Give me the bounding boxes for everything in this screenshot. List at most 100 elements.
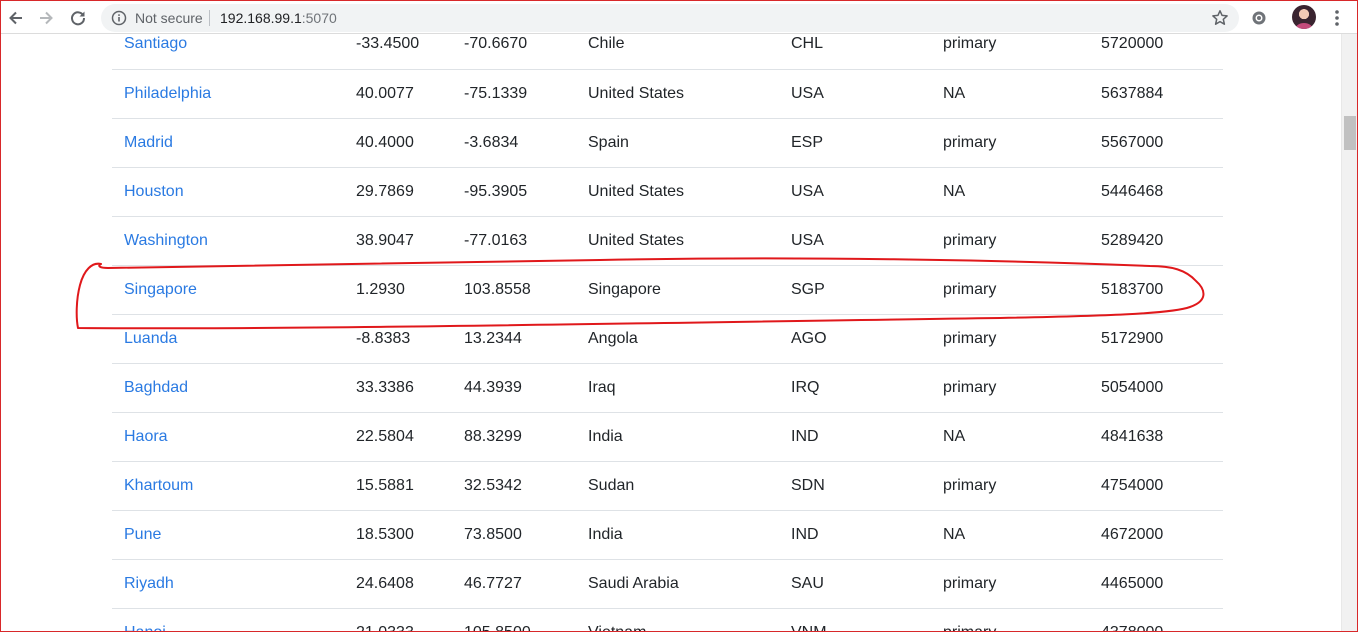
- table-row: Philadelphia 40.0077 -75.1339 United States…: [112, 68, 1223, 118]
- city-link[interactable]: Khartoum: [124, 477, 193, 494]
- country-cell: Sudan: [576, 460, 779, 510]
- lat-cell: 18.5300: [344, 509, 452, 559]
- lng-cell: -95.3905: [452, 166, 576, 216]
- population-cell: 4754000: [1089, 460, 1223, 510]
- country-cell: Vietnam: [576, 607, 779, 631]
- capital-cell: NA: [931, 166, 1089, 216]
- city-link[interactable]: Houston: [124, 183, 184, 200]
- table-row: Washington 38.9047 -77.0163 United States US…: [112, 215, 1223, 265]
- population-cell: 5567000: [1089, 117, 1223, 167]
- city-link[interactable]: Philadelphia: [124, 85, 211, 102]
- lng-cell: -3.6834: [452, 117, 576, 167]
- scrollbar-thumb[interactable]: [1344, 116, 1356, 150]
- reload-button[interactable]: [65, 5, 91, 31]
- capital-cell: primary: [931, 313, 1089, 363]
- city-link[interactable]: Hanoi: [124, 624, 166, 631]
- extension-icon[interactable]: [1249, 8, 1269, 28]
- population-cell: 5637884: [1089, 68, 1223, 118]
- arrow-right-icon: [40, 11, 53, 25]
- table-row: Singapore 1.2930 103.8558 Singapore SGP prima…: [112, 264, 1223, 314]
- iso3-cell: USA: [779, 166, 931, 216]
- iso3-cell: SAU: [779, 558, 931, 608]
- city-cell: Madrid: [112, 117, 344, 167]
- back-button[interactable]: [3, 5, 29, 31]
- country-cell: United States: [576, 166, 779, 216]
- city-link[interactable]: Madrid: [124, 134, 173, 151]
- capital-cell: primary: [931, 362, 1089, 412]
- address-bar[interactable]: Not secure 192.168.99.1:5070: [101, 4, 1239, 32]
- lat-cell: 40.4000: [344, 117, 452, 167]
- population-cell: 5289420: [1089, 215, 1223, 265]
- city-cell: Baghdad: [112, 362, 344, 412]
- iso3-cell: VNM: [779, 607, 931, 631]
- capital-cell: NA: [931, 411, 1089, 461]
- city-link[interactable]: Riyadh: [124, 575, 174, 592]
- country-cell: Spain: [576, 117, 779, 167]
- cities-table-body: Santiago -33.4500 -70.6670 Chile CHL primary 5…: [112, 34, 1223, 631]
- country-cell: United States: [576, 215, 779, 265]
- country-cell: Chile: [588, 35, 625, 53]
- star-icon[interactable]: [1211, 9, 1229, 27]
- country-cell: Singapore: [576, 264, 779, 314]
- city-link[interactable]: Santiago: [124, 35, 187, 52]
- table-row: Houston 29.7869 -95.3905 United States USA NA…: [112, 166, 1223, 216]
- city-link[interactable]: Haora: [124, 428, 168, 445]
- table-row: Baghdad 33.3386 44.3939 Iraq IRQ primary 50540…: [112, 362, 1223, 412]
- country-cell: Saudi Arabia: [576, 558, 779, 608]
- vertical-scrollbar[interactable]: [1341, 34, 1357, 631]
- city-link[interactable]: Luanda: [124, 330, 177, 347]
- iso3-cell: SDN: [779, 460, 931, 510]
- capital-cell: primary: [931, 215, 1089, 265]
- city-link[interactable]: Baghdad: [124, 379, 188, 396]
- url-text[interactable]: 192.168.99.1:5070: [220, 10, 337, 26]
- city-link[interactable]: Washington: [124, 232, 208, 249]
- lat-cell: 24.6408: [344, 558, 452, 608]
- capital-cell: primary: [931, 264, 1089, 314]
- lat-cell: 29.7869: [344, 166, 452, 216]
- cities-table: Santiago -33.4500 -70.6670 Chile CHL primary 5…: [112, 34, 1223, 631]
- population-cell: 5172900: [1089, 313, 1223, 363]
- capital-cell: primary: [931, 558, 1089, 608]
- profile-avatar[interactable]: [1292, 5, 1316, 29]
- table-row: Pune 18.5300 73.8500 India IND NA 4672000: [112, 509, 1223, 559]
- iso3-cell: AGO: [779, 313, 931, 363]
- lng-cell: 73.8500: [452, 509, 576, 559]
- lng-cell: 13.2344: [452, 313, 576, 363]
- info-icon[interactable]: [111, 10, 127, 26]
- table-row: Luanda -8.8383 13.2344 Angola AGO primary 5172…: [112, 313, 1223, 363]
- lng-cell: 88.3299: [452, 411, 576, 461]
- population-cell: 4378000: [1089, 607, 1223, 631]
- security-label: Not secure: [135, 10, 203, 26]
- population-cell: 5183700: [1089, 264, 1223, 314]
- omnibox-separator: [209, 10, 210, 26]
- table-row: Khartoum 15.5881 32.5342 Sudan SDN primary 475…: [112, 460, 1223, 510]
- url-port: :5070: [301, 10, 337, 26]
- iso3-cell: IRQ: [779, 362, 931, 412]
- lat-cell: 21.0333: [344, 607, 452, 631]
- lat-cell: 33.3386: [344, 362, 452, 412]
- iso3-cell: USA: [779, 215, 931, 265]
- kebab-menu-icon[interactable]: [1329, 8, 1345, 28]
- city-link[interactable]: Pune: [124, 526, 161, 543]
- population-cell: 4672000: [1089, 509, 1223, 559]
- capital-cell: primary: [943, 35, 997, 53]
- country-cell: India: [576, 509, 779, 559]
- table-row: Madrid 40.4000 -3.6834 Spain ESP primary 55670…: [112, 117, 1223, 167]
- population-cell: 5446468: [1089, 166, 1223, 216]
- country-cell: Angola: [576, 313, 779, 363]
- table-row: Riyadh 24.6408 46.7727 Saudi Arabia SAU prima…: [112, 558, 1223, 608]
- capital-cell: NA: [931, 509, 1089, 559]
- lat-cell: -33.4500: [356, 35, 420, 53]
- city-cell: Khartoum: [112, 460, 344, 510]
- city-cell: Singapore: [112, 264, 344, 314]
- forward-button[interactable]: [33, 5, 59, 31]
- city-link[interactable]: Singapore: [124, 281, 197, 298]
- city-cell: Riyadh: [112, 558, 344, 608]
- lng-cell: -70.6670: [464, 35, 528, 53]
- city-cell: Haora: [112, 411, 344, 461]
- population-cell: 5054000: [1089, 362, 1223, 412]
- city-cell: Luanda: [112, 313, 344, 363]
- table-row: Haora 22.5804 88.3299 India IND NA 4841638: [112, 411, 1223, 461]
- country-cell: United States: [576, 68, 779, 118]
- arrow-left-icon: [9, 11, 22, 25]
